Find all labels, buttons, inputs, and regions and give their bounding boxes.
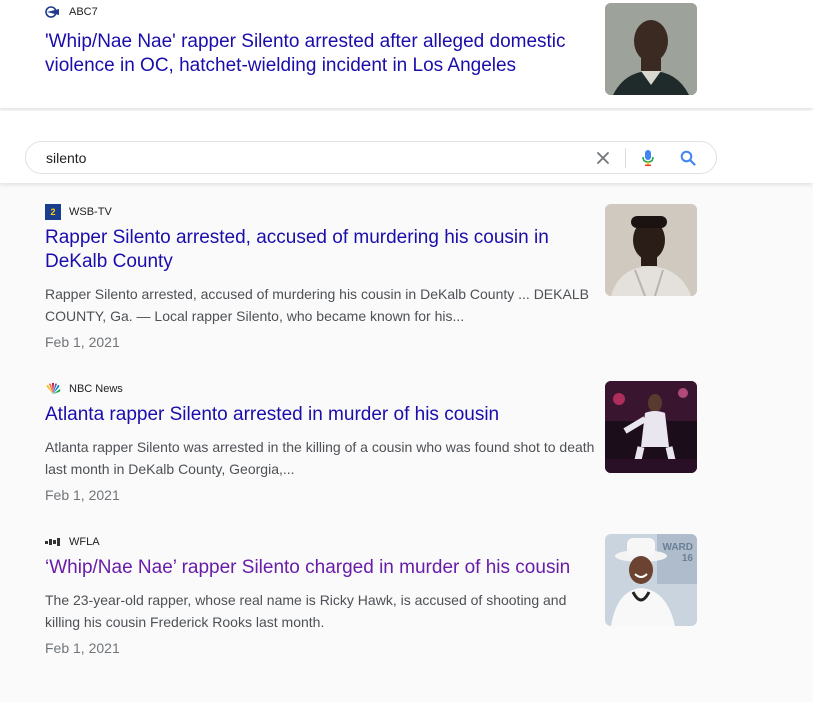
result-snippet: Rapper Silento arrested, accused of murd… xyxy=(45,286,589,324)
search-icon[interactable] xyxy=(674,144,702,172)
mic-icon[interactable] xyxy=(634,144,662,172)
source-name: WSB-TV xyxy=(69,206,112,218)
result-thumbnail[interactable] xyxy=(605,204,697,296)
source-name: NBC News xyxy=(69,383,123,395)
result-thumbnail[interactable] xyxy=(605,381,697,473)
result-nbc: NBC News Atlanta rapper Silento arrested… xyxy=(45,381,605,505)
search-results-page: ABC7 'Whip/Nae Nae' rapper Silento arres… xyxy=(0,0,813,702)
result-date: Feb 1, 2021 xyxy=(45,487,120,503)
search-divider xyxy=(625,147,626,168)
result-thumbnail[interactable] xyxy=(605,3,697,95)
search-box[interactable] xyxy=(25,141,717,174)
result-source[interactable]: NBC News xyxy=(45,381,605,397)
search-actions xyxy=(589,142,702,173)
result-snippet: The 23-year-old rapper, whose real name … xyxy=(45,592,567,630)
close-icon[interactable] xyxy=(589,144,617,172)
top-result-card: ABC7 'Whip/Nae Nae' rapper Silento arres… xyxy=(0,0,813,108)
result-date: Feb 1, 2021 xyxy=(45,640,120,656)
wsb-favicon-icon: 2 xyxy=(45,204,61,220)
wfla-favicon-icon xyxy=(45,534,61,550)
result-title-link[interactable]: 'Whip/Nae Nae' rapper Silento arrested a… xyxy=(45,30,605,78)
abc7-favicon-icon xyxy=(45,4,61,20)
search-bar-strip xyxy=(0,111,813,183)
result-abc7: ABC7 'Whip/Nae Nae' rapper Silento arres… xyxy=(45,4,605,78)
result-source[interactable]: ABC7 xyxy=(45,4,605,20)
result-thumbnail[interactable]: WARD 16 xyxy=(605,534,697,626)
result-wsb: 2 WSB-TV Rapper Silento arrested, accuse… xyxy=(45,204,605,352)
result-source[interactable]: 2 WSB-TV xyxy=(45,204,605,220)
result-source[interactable]: WFLA xyxy=(45,534,605,550)
result-snippet: Atlanta rapper Silento was arrested in t… xyxy=(45,439,595,477)
source-name: ABC7 xyxy=(69,6,98,18)
result-date: Feb 1, 2021 xyxy=(45,334,120,350)
result-title-link[interactable]: Rapper Silento arrested, accused of murd… xyxy=(45,226,605,274)
source-name: WFLA xyxy=(69,536,100,548)
search-input[interactable] xyxy=(46,149,566,166)
result-wfla: WFLA ‘Whip/Nae Nae’ rapper Silento charg… xyxy=(45,534,605,658)
result-title-link[interactable]: ‘Whip/Nae Nae’ rapper Silento charged in… xyxy=(45,556,605,580)
nbc-peacock-icon xyxy=(45,381,61,397)
thumbnail-caption: WARD 16 xyxy=(662,542,693,564)
result-title-link[interactable]: Atlanta rapper Silento arrested in murde… xyxy=(45,403,605,427)
